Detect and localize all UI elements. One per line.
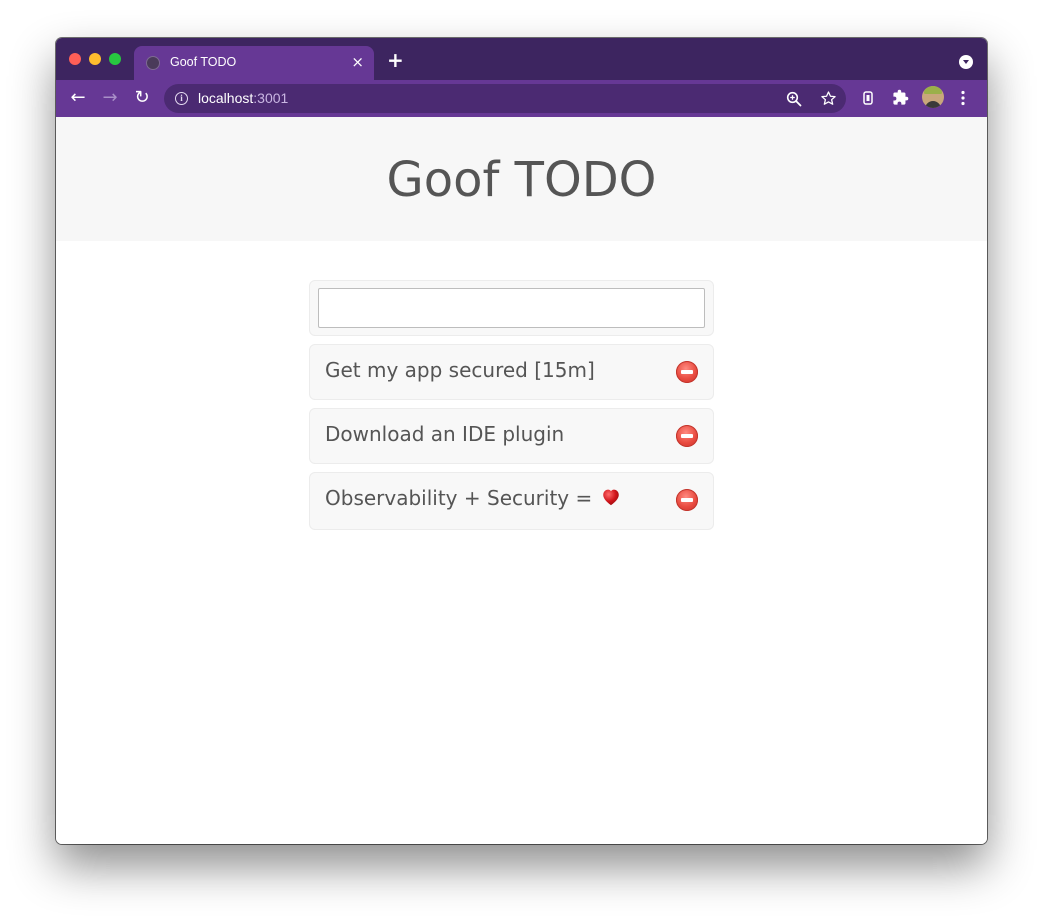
zoom-icon[interactable]: [786, 91, 802, 107]
tab-strip: Goof TODO × +: [56, 38, 987, 80]
close-window-button[interactable]: [69, 53, 81, 65]
maximize-window-button[interactable]: [109, 53, 121, 65]
tab-title: Goof TODO: [170, 55, 237, 69]
app-header: Goof TODO: [56, 117, 987, 241]
new-tab-button[interactable]: +: [387, 50, 404, 70]
globe-icon: [146, 56, 160, 70]
tab-search-icon[interactable]: [959, 55, 973, 69]
todo-text: Download an IDE plugin: [325, 422, 565, 446]
puzzle-icon[interactable]: [892, 89, 909, 106]
todo-item: Download an IDE plugin: [309, 408, 714, 464]
minimize-window-button[interactable]: [89, 53, 101, 65]
extension-icon[interactable]: [861, 90, 875, 106]
tab-goof-todo[interactable]: Goof TODO ×: [134, 46, 374, 80]
forward-button[interactable]: →: [98, 86, 122, 110]
todo-item: Get my app secured [15m]: [309, 344, 714, 400]
star-icon[interactable]: [820, 90, 837, 107]
todo-text: Get my app secured [15m]: [325, 358, 595, 382]
todo-list: Get my app secured [15m] Download an IDE…: [309, 280, 714, 530]
avatar[interactable]: [922, 86, 944, 108]
todo-item: Observability + Security =: [309, 472, 714, 530]
delete-icon[interactable]: [676, 489, 698, 511]
url-text: localhost:3001: [198, 90, 288, 106]
browser-window: Goof TODO × + ← → ↻ i localhost:3001 Goo…: [56, 38, 987, 844]
browser-toolbar: ← → ↻ i localhost:3001: [56, 80, 987, 117]
info-icon[interactable]: i: [175, 92, 188, 105]
delete-icon[interactable]: [676, 361, 698, 383]
todo-text: Observability + Security =: [325, 486, 593, 510]
menu-icon[interactable]: [960, 90, 966, 106]
url-host: localhost: [198, 90, 254, 106]
page-title: Goof TODO: [386, 152, 657, 208]
url-port: :3001: [253, 90, 289, 106]
back-button[interactable]: ←: [66, 86, 90, 110]
new-todo-input[interactable]: [318, 288, 705, 328]
page-content: Goof TODO Get my app secured [15m] Downl…: [56, 117, 987, 844]
delete-icon[interactable]: [676, 425, 698, 447]
address-bar[interactable]: i localhost:3001: [164, 84, 846, 113]
todo-text-with-icon: Observability + Security =: [325, 485, 621, 511]
tab-close-icon[interactable]: ×: [351, 53, 364, 71]
heart-icon: [602, 489, 619, 506]
reload-button[interactable]: ↻: [130, 86, 154, 110]
todo-input-row: [309, 280, 714, 336]
